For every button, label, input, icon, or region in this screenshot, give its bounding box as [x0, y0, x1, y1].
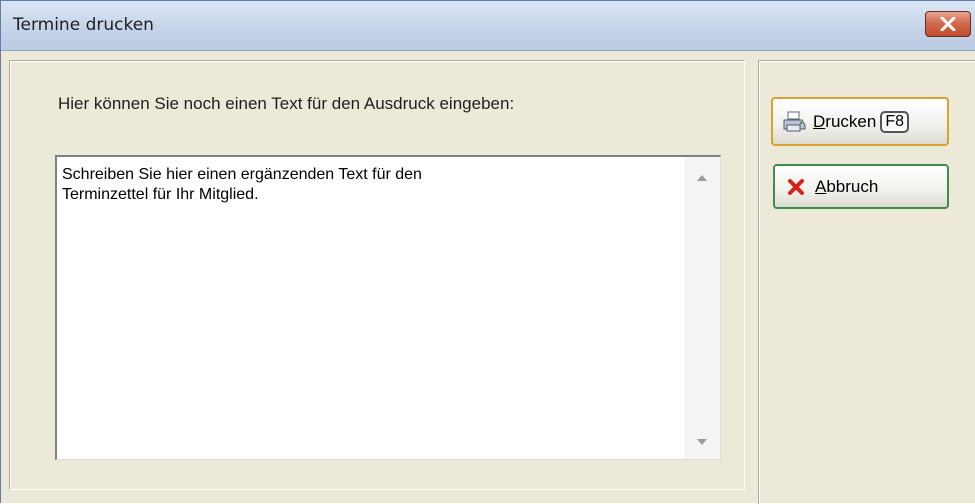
memo-scrollbar[interactable] — [685, 157, 720, 459]
scroll-up-icon[interactable] — [697, 175, 707, 181]
prompt-label: Hier können Sie noch einen Text für den … — [58, 94, 515, 113]
window-title: Termine drucken — [13, 15, 154, 35]
print-button-label: Drucken — [813, 112, 876, 132]
memo-textarea[interactable]: Schreiben Sie hier einen ergänzenden Tex… — [55, 155, 721, 460]
memo-text[interactable]: Schreiben Sie hier einen ergänzenden Tex… — [62, 165, 662, 205]
scroll-down-icon[interactable] — [697, 439, 707, 445]
print-hotkey-badge: F8 — [880, 110, 909, 133]
printer-icon — [781, 109, 807, 135]
title-bar[interactable]: Termine drucken — [1, 1, 975, 51]
print-mnemonic: D — [813, 111, 826, 131]
cancel-button[interactable]: Abbruch — [773, 164, 949, 209]
red-x-icon — [783, 174, 809, 200]
print-label-rest: rucken — [825, 111, 877, 131]
cancel-mnemonic: A — [815, 176, 827, 196]
close-icon — [940, 17, 956, 31]
dialog-window: Termine drucken Hier können Sie noch ein… — [0, 0, 975, 504]
cancel-label-rest: bbruch — [826, 176, 879, 196]
memo-line-2: Terminzettel für Ihr Mitglied. — [62, 186, 259, 203]
print-button[interactable]: Drucken F8 — [771, 97, 949, 146]
close-button[interactable] — [925, 11, 971, 37]
memo-line-1: Schreiben Sie hier einen ergänzenden Tex… — [62, 166, 422, 183]
cancel-button-label: Abbruch — [815, 177, 878, 197]
